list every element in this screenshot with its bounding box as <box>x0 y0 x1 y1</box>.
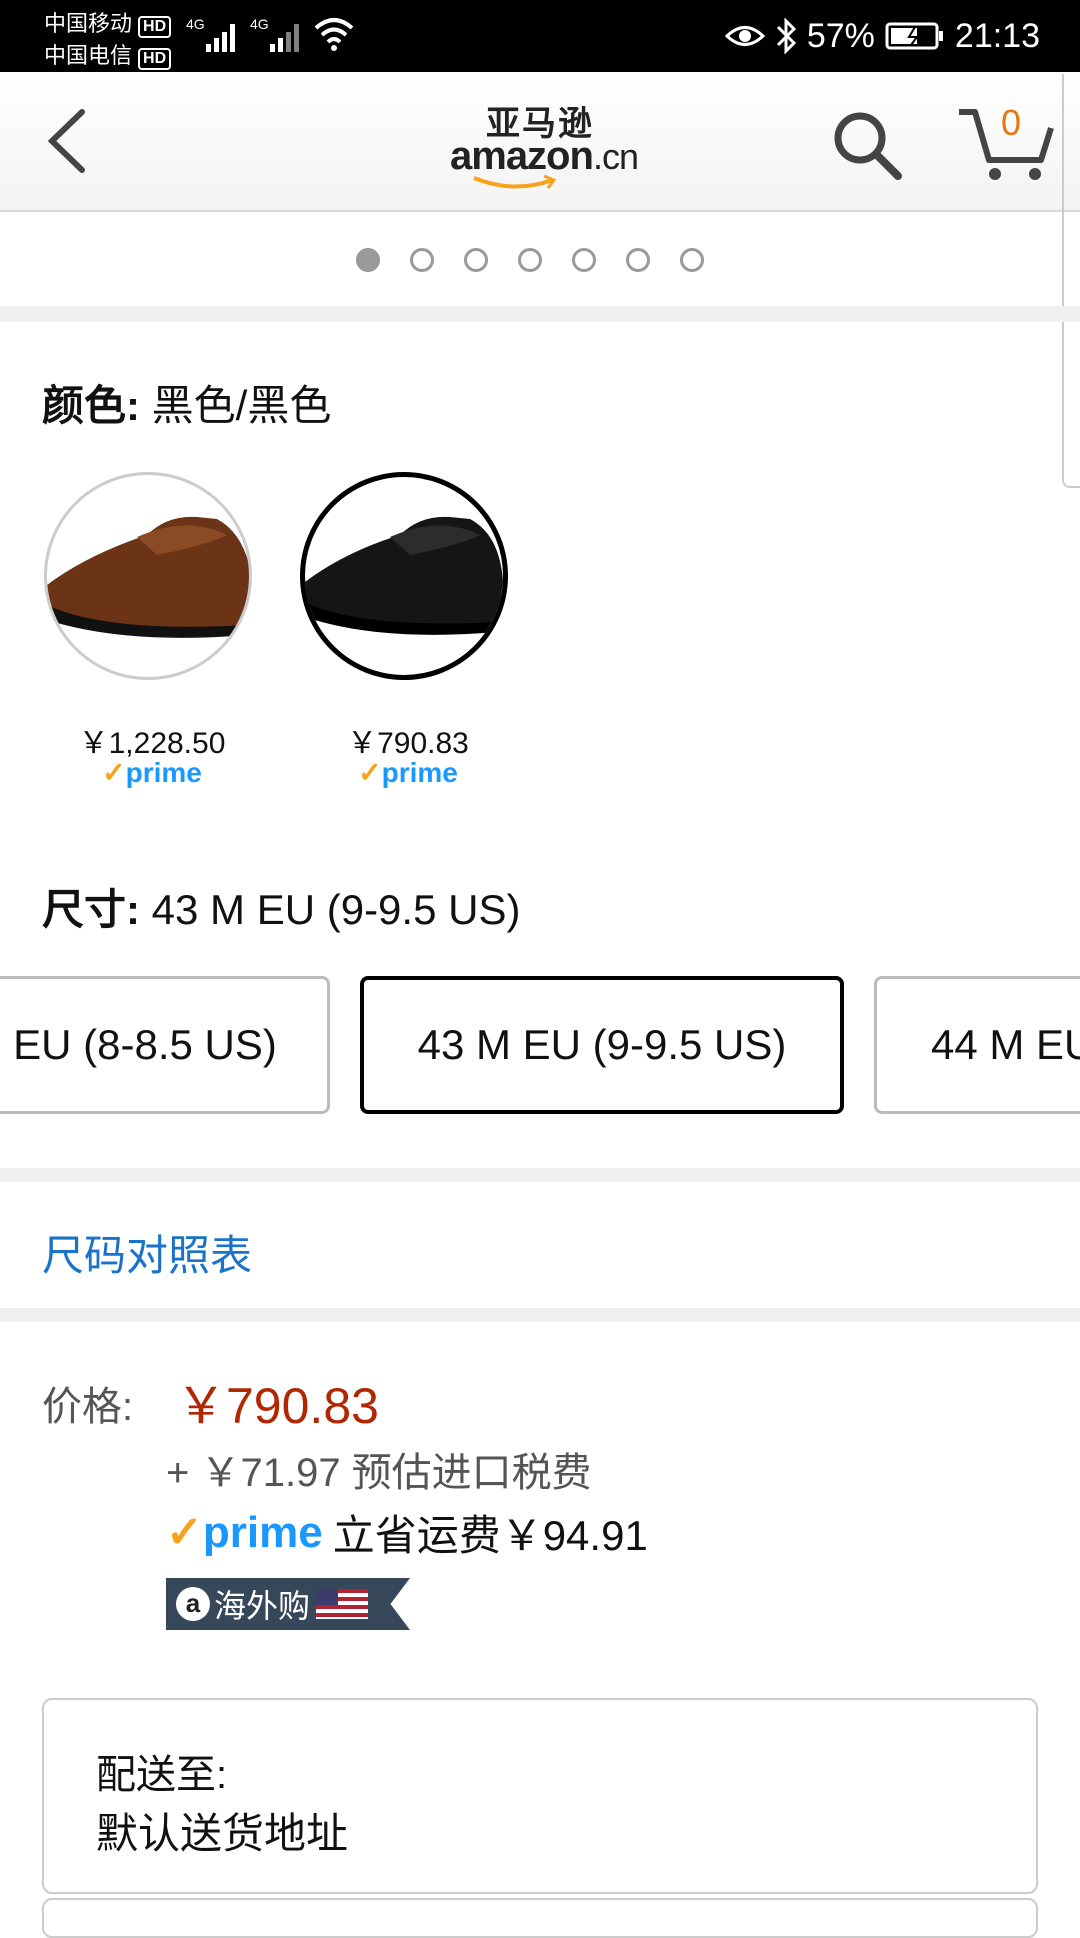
size-selection-label: 尺寸: 43 M EU (9-9.5 US) <box>42 886 521 933</box>
amazon-a-icon: a <box>176 1587 210 1621</box>
color-swatch-brown[interactable] <box>44 472 252 680</box>
prime-logo: ✓prime <box>166 1508 323 1557</box>
wifi-icon <box>314 18 354 51</box>
delivery-label: 配送至: <box>96 1753 228 1797</box>
carousel-dot[interactable] <box>410 248 434 272</box>
carrier-1: 中国移动 HD <box>44 6 172 38</box>
carousel-dot[interactable] <box>626 248 650 272</box>
network-type-1: 4G <box>186 16 205 32</box>
carousel-dot[interactable] <box>464 248 488 272</box>
section-divider <box>0 306 1080 322</box>
app-header: 亚马逊 amazon.cn 0 <box>0 72 1080 212</box>
smile-arrow-icon <box>473 174 557 189</box>
carrier-2: 中国电信 HD <box>44 38 172 70</box>
eye-icon <box>724 26 765 46</box>
image-carousel-dots[interactable] <box>356 248 704 272</box>
swatch-prime-brown: ✓prime <box>102 757 202 788</box>
clock: 21:13 <box>954 16 1040 55</box>
section-divider <box>0 1308 1080 1322</box>
import-tax: + ￥71.97 预估进口税费 <box>166 1451 592 1495</box>
us-flag-icon <box>316 1589 369 1619</box>
delivery-address: 默认送货地址 <box>96 1810 349 1857</box>
price-label: 价格: <box>42 1385 134 1429</box>
next-box <box>42 1898 1038 1938</box>
status-right: 57% 21:13 <box>724 14 1040 58</box>
size-option[interactable]: EU (8-8.5 US) <box>0 976 330 1114</box>
logo-english: amazon.cn <box>450 134 639 178</box>
shipping-savings: 立省运费￥94.91 <box>332 1512 648 1559</box>
size-chart-link[interactable]: 尺码对照表 <box>42 1222 252 1283</box>
battery-percent: 57% <box>806 16 875 55</box>
swatch-prime-black: ✓prime <box>358 757 458 788</box>
prime-shipping-row: ✓prime 立省运费￥94.91 <box>166 1502 648 1563</box>
signal-icon-1 <box>206 20 235 52</box>
carousel-dot[interactable] <box>356 248 380 272</box>
bluetooth-icon <box>776 18 796 54</box>
network-type-2: 4G <box>250 16 269 32</box>
back-icon[interactable] <box>42 106 102 176</box>
color-selection-label: 颜色: 黑色/黑色 <box>42 382 332 429</box>
cart-count: 0 <box>1001 102 1022 143</box>
section-divider <box>0 1168 1080 1182</box>
black-shoe-image <box>305 516 503 635</box>
carousel-dot[interactable] <box>518 248 542 272</box>
carousel-dot[interactable] <box>572 248 596 272</box>
amazon-logo[interactable]: 亚马逊 amazon.cn <box>440 96 640 196</box>
size-option[interactable]: 44 M EU <box>874 976 1080 1114</box>
color-swatch-black[interactable] <box>300 472 508 680</box>
battery-icon <box>885 22 943 50</box>
search-icon[interactable] <box>830 108 904 182</box>
size-option-selected[interactable]: 43 M EU (9-9.5 US) <box>360 976 844 1114</box>
price-value: ￥790.83 <box>176 1378 379 1434</box>
status-bar: 中国移动 HD 中国电信 HD 4G 4G 57% 21:13 <box>0 0 1080 72</box>
global-store-badge: a 海外购 <box>166 1578 410 1630</box>
brown-shoe-image <box>47 516 249 638</box>
signal-icon-2 <box>270 20 299 52</box>
scroll-indicator <box>1062 74 1080 488</box>
carousel-dot[interactable] <box>680 248 704 272</box>
